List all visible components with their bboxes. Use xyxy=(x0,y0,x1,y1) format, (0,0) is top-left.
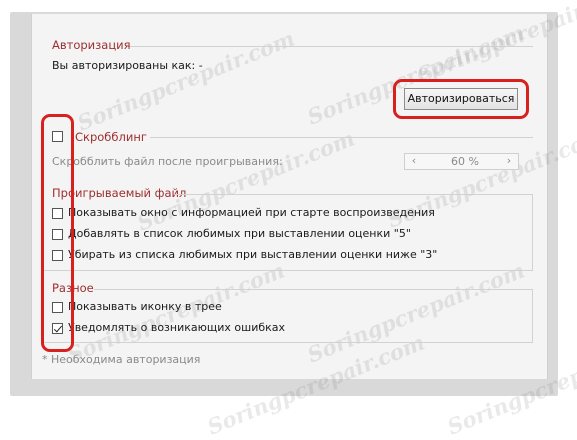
section-divider xyxy=(44,270,533,271)
chevron-left-icon[interactable]: ‹ xyxy=(407,154,421,169)
section-border xyxy=(532,289,533,342)
chevron-right-icon[interactable]: › xyxy=(502,154,516,169)
show-tray-icon-label: Показывать иконку в трее xyxy=(68,300,222,313)
highlight-ring xyxy=(41,114,74,352)
footnote: * Необходима авторизация xyxy=(42,353,201,366)
authorize-button[interactable]: Авторизироваться xyxy=(404,88,518,110)
section-divider xyxy=(128,46,533,47)
show-info-window-label: Показывать окно с информацией при старте… xyxy=(68,206,435,219)
section-divider xyxy=(174,194,533,195)
remove-from-favorites-label: Убирать из списка любимых при выставлени… xyxy=(68,248,438,261)
scrobble-after-play-label: Скробблить файл после проигрывания: xyxy=(52,155,283,168)
authorization-header: Авторизация xyxy=(52,38,131,52)
scrobbling-header: Скробблинг xyxy=(75,130,147,144)
section-border xyxy=(532,194,533,270)
percent-stepper[interactable]: ‹ 60 % › xyxy=(404,153,519,170)
add-to-favorites-label: Добавлять в список любимых при выставлен… xyxy=(68,227,411,240)
notify-errors-label: Уведомлять о возникающих ошибках xyxy=(68,321,286,334)
percent-value: 60 % xyxy=(451,155,479,168)
section-divider xyxy=(44,342,533,343)
section-divider xyxy=(150,137,533,138)
section-divider xyxy=(94,289,533,290)
authorization-status: Вы авторизированы как: - xyxy=(52,59,203,72)
